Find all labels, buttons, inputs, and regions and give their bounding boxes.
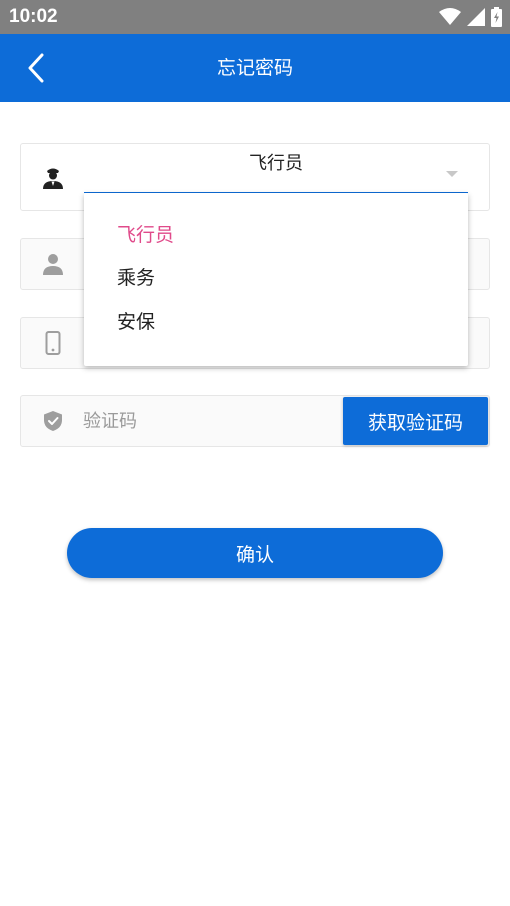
name-icon-wrap	[39, 250, 67, 278]
phone-icon	[45, 331, 61, 355]
cellular-signal-icon	[467, 8, 485, 26]
verification-code-input[interactable]	[83, 396, 338, 446]
phone-icon-wrap	[39, 329, 67, 357]
dropdown-option-pilot[interactable]: 飞行员	[117, 222, 174, 248]
status-bar: 10:02	[0, 0, 510, 34]
status-icons	[439, 7, 502, 27]
dropdown-option-cabin-crew[interactable]: 乘务	[117, 265, 155, 291]
pilot-icon	[43, 168, 63, 189]
role-dropdown: 飞行员 乘务 安保	[84, 193, 468, 366]
role-select[interactable]: 飞行员	[84, 144, 468, 193]
wifi-icon	[439, 8, 461, 25]
status-time: 10:02	[9, 6, 58, 27]
battery-charging-icon	[491, 7, 502, 27]
person-icon	[43, 254, 63, 275]
caret-down-icon	[446, 171, 458, 177]
dropdown-option-security[interactable]: 安保	[117, 309, 155, 335]
shield-icon	[44, 411, 62, 431]
app-bar: 忘记密码	[0, 34, 510, 102]
page-title: 忘记密码	[216, 57, 293, 79]
confirm-button[interactable]: 确认	[67, 528, 443, 578]
role-selected-value: 飞行员	[249, 153, 303, 174]
get-code-button[interactable]: 获取验证码	[343, 397, 488, 445]
code-icon-wrap	[39, 407, 67, 435]
role-icon-wrap	[39, 163, 67, 191]
